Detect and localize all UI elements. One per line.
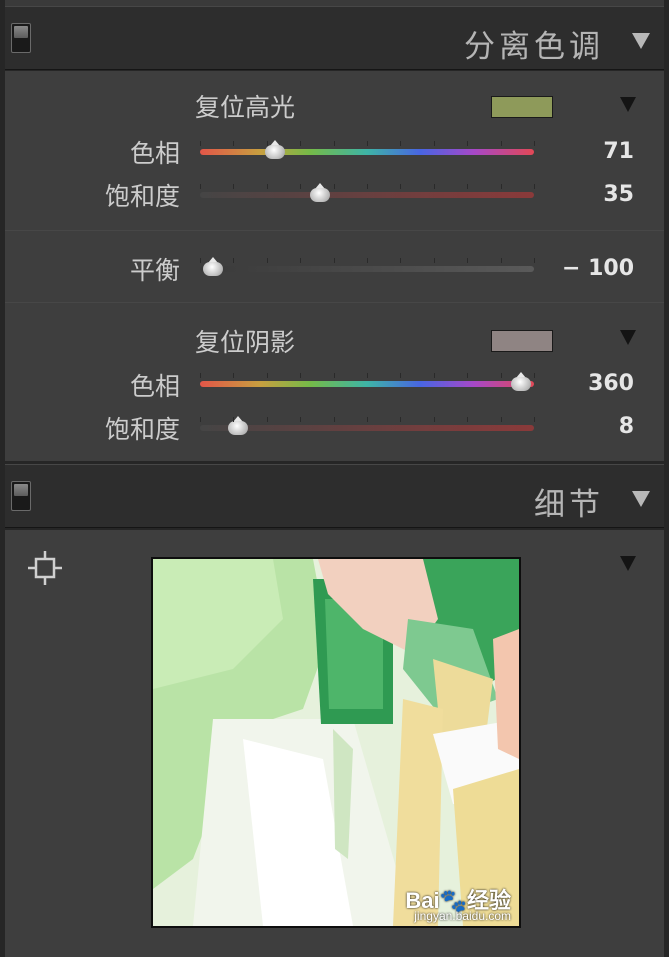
shadows-color-swatch[interactable] <box>491 330 553 352</box>
shadows-saturation-label: 饱和度 <box>104 415 180 444</box>
slider-tick <box>500 258 502 263</box>
slider-tick <box>333 141 335 146</box>
slider-tick <box>467 258 469 263</box>
slider-tick <box>500 184 502 189</box>
highlights-hue-label: 色相 <box>129 139 180 168</box>
slider-tick <box>300 373 302 378</box>
slider-tick <box>300 417 302 422</box>
split-toning-header[interactable]: 分离色调 <box>5 6 664 70</box>
slider-tick <box>200 184 201 189</box>
balance-label: 平衡 <box>129 256 180 285</box>
slider-tick <box>467 141 469 146</box>
split-toning-title: 分离色调 <box>464 29 604 65</box>
slider-tick <box>200 141 201 146</box>
reset-highlights-label[interactable]: 复位高光 <box>195 88 295 124</box>
slider-tick <box>367 417 368 422</box>
slider-tick <box>300 258 302 263</box>
shadows-hue-value[interactable]: 360 <box>514 371 634 396</box>
slider-tick <box>534 373 535 378</box>
slider-tick <box>367 373 368 378</box>
slider-tick <box>534 141 535 146</box>
slider-tick <box>333 258 335 263</box>
detail-header[interactable]: 细节 <box>5 464 664 528</box>
slider-tick <box>200 258 201 263</box>
slider-tick <box>500 373 502 378</box>
slider-tick <box>300 141 302 146</box>
slider-tick <box>233 141 235 146</box>
slider-tick <box>433 258 435 263</box>
slider-tick <box>400 373 402 378</box>
slider-tick <box>233 417 235 422</box>
slider-tick <box>400 417 402 422</box>
slider-tick <box>200 373 201 378</box>
slider-tick <box>433 417 435 422</box>
slider-tick <box>534 258 535 263</box>
highlights-hue-value[interactable]: 71 <box>514 139 634 164</box>
slider-tick <box>233 184 235 189</box>
highlights-hue-slider[interactable] <box>200 149 534 155</box>
shadows-saturation-thumb[interactable] <box>227 416 249 436</box>
highlights-color-swatch[interactable] <box>491 96 553 118</box>
slider-tick <box>367 258 368 263</box>
shadows-saturation-slider[interactable] <box>200 425 534 431</box>
preview-photo <box>153 559 519 926</box>
slider-tick <box>400 141 402 146</box>
highlights-saturation-label: 饱和度 <box>104 182 180 211</box>
slider-tick <box>467 373 469 378</box>
detail-toggle[interactable] <box>11 481 31 511</box>
slider-tick <box>266 373 268 378</box>
slider-tick <box>500 141 502 146</box>
slider-tick <box>266 417 268 422</box>
slider-tick <box>367 184 368 189</box>
slider-tick <box>266 141 268 146</box>
slider-tick <box>500 417 502 422</box>
balance-thumb[interactable] <box>202 257 224 277</box>
detail-title: 细节 <box>534 487 604 523</box>
collapse-triangle-icon[interactable] <box>632 491 650 507</box>
slider-tick <box>266 184 268 189</box>
slider-tick <box>200 417 201 422</box>
slider-tick <box>400 258 402 263</box>
highlights-saturation-value[interactable]: 35 <box>514 182 634 207</box>
shadows-hue-slider[interactable] <box>200 381 534 387</box>
divider <box>5 230 664 231</box>
divider <box>5 302 664 303</box>
balance-value[interactable]: − 100 <box>514 256 634 281</box>
slider-tick <box>433 184 435 189</box>
slider-tick <box>233 373 235 378</box>
crosshair-target-icon[interactable] <box>28 551 62 585</box>
balance-slider[interactable] <box>200 266 534 272</box>
detail-options-triangle-icon[interactable] <box>620 556 636 571</box>
slider-tick <box>467 417 469 422</box>
slider-tick <box>266 258 268 263</box>
shadows-saturation-value[interactable]: 8 <box>514 414 634 439</box>
highlights-saturation-slider[interactable] <box>200 192 534 198</box>
slider-tick <box>534 417 535 422</box>
slider-tick <box>433 373 435 378</box>
slider-tick <box>333 184 335 189</box>
shadows-hue-label: 色相 <box>129 372 180 401</box>
slider-tick <box>400 184 402 189</box>
reset-shadows-label[interactable]: 复位阴影 <box>195 323 295 359</box>
detail-preview-image[interactable]: Bai🐾经验 jingyan.baidu.com <box>151 557 521 928</box>
shadows-picker-triangle-icon[interactable] <box>620 330 636 345</box>
slider-tick <box>433 141 435 146</box>
collapse-triangle-icon[interactable] <box>632 33 650 49</box>
slider-tick <box>333 417 335 422</box>
slider-tick <box>233 258 235 263</box>
slider-tick <box>367 141 368 146</box>
highlights-picker-triangle-icon[interactable] <box>620 97 636 112</box>
split-toning-toggle[interactable] <box>11 23 31 53</box>
watermark-url: jingyan.baidu.com <box>414 909 511 923</box>
slider-tick <box>300 184 302 189</box>
highlights-saturation-thumb[interactable] <box>309 183 331 203</box>
slider-tick <box>467 184 469 189</box>
slider-tick <box>333 373 335 378</box>
slider-tick <box>534 184 535 189</box>
